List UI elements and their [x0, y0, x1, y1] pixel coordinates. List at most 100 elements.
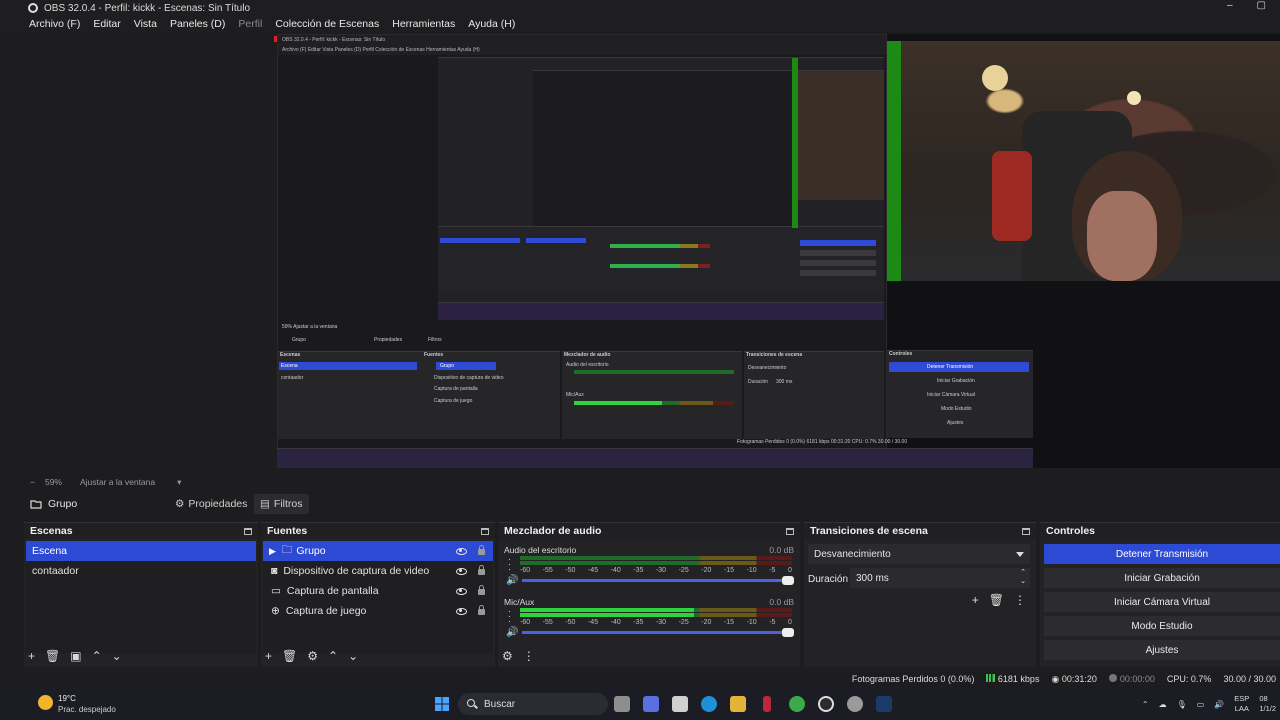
meter-scale: -60 -55 -50 -45 -40 -35 -30 -25 -20 -15 -10 -5 0: [520, 567, 792, 576]
settings-button[interactable]: Ajustes: [1044, 640, 1280, 660]
store-icon[interactable]: [672, 696, 688, 712]
language-indicator[interactable]: ESP LAA: [1234, 694, 1249, 714]
gear-icon[interactable]: ⚙: [307, 649, 318, 663]
windows-start-icon[interactable]: [434, 696, 450, 712]
clock[interactable]: 08 1/1/2: [1259, 694, 1276, 714]
eye-icon[interactable]: [456, 607, 467, 615]
eye-icon[interactable]: [456, 567, 467, 575]
menu-perfil[interactable]: Perfil: [238, 18, 262, 30]
expand-arrow-icon[interactable]: ▶: [269, 546, 276, 557]
move-up-icon[interactable]: ⌃: [92, 649, 102, 663]
lock-icon[interactable]: [478, 565, 485, 575]
move-down-icon[interactable]: ⌄: [348, 649, 358, 663]
fit-to-window-label[interactable]: Ajustar a la ventana: [80, 477, 155, 487]
copilot-icon[interactable]: [643, 696, 659, 712]
eye-icon[interactable]: [456, 587, 467, 595]
nested-ctrl-settings-label: Ajustes: [947, 420, 964, 426]
nested-mezclador-header: Mezclador de audio: [564, 352, 611, 358]
nested-src-2: Dispositivo de captura de video: [434, 375, 504, 381]
filters-button[interactable]: ▤ Filtros: [254, 494, 309, 514]
steam-icon[interactable]: [876, 696, 892, 712]
file-explorer-icon[interactable]: [730, 696, 746, 712]
move-down-icon[interactable]: ⌄: [112, 649, 122, 663]
undock-icon[interactable]: [786, 527, 794, 535]
trash-icon[interactable]: 🗑: [45, 649, 60, 663]
zoom-out-button[interactable]: −: [30, 477, 35, 487]
gamepad-icon: ⊕: [271, 605, 280, 617]
kebab-menu-icon[interactable]: ⋮: [1014, 593, 1026, 607]
add-icon[interactable]: +: [972, 593, 979, 607]
spinner-icon[interactable]: ⌃ ⌄: [1020, 568, 1026, 586]
taskbar-search[interactable]: Buscar: [458, 693, 608, 715]
app-red-icon[interactable]: [763, 696, 771, 712]
stop-streaming-button[interactable]: Detener Transmisión: [1044, 544, 1280, 564]
undock-icon[interactable]: [481, 527, 489, 535]
kebab-menu-icon[interactable]: · · ·: [508, 555, 511, 574]
lock-icon[interactable]: [478, 545, 485, 555]
menu-vista[interactable]: Vista: [134, 18, 157, 30]
speaker-icon[interactable]: 🔊: [506, 575, 518, 586]
nested-ctrl-studio-label: Modo Estudio: [941, 406, 972, 412]
channel-db: 0.0 dB: [769, 597, 794, 607]
add-icon[interactable]: +: [265, 649, 272, 663]
battery-icon[interactable]: ▭: [1197, 700, 1205, 709]
transition-select[interactable]: Desvanecimiento: [808, 544, 1030, 564]
filter-icon: ▤: [260, 498, 270, 510]
undock-icon[interactable]: [1022, 527, 1030, 535]
source-item[interactable]: ⊕ Captura de juego: [263, 601, 493, 621]
move-up-icon[interactable]: ⌃: [328, 649, 338, 663]
volume-meter: [520, 613, 792, 617]
menu-editar[interactable]: Editar: [93, 18, 120, 30]
maximize-button[interactable]: ▢: [1257, 0, 1266, 11]
scene-item[interactable]: Escena: [26, 541, 256, 561]
filter-scene-icon[interactable]: ▣: [70, 649, 81, 663]
kebab-menu-icon[interactable]: ⋮: [523, 649, 535, 663]
menu-coleccion-escenas[interactable]: Colección de Escenas: [275, 18, 379, 30]
trash-icon[interactable]: 🗑: [989, 593, 1004, 607]
add-icon[interactable]: +: [28, 649, 35, 663]
lock-icon[interactable]: [478, 605, 485, 615]
properties-button[interactable]: ⚙ Propiedades: [169, 494, 253, 514]
audio-mixer-dock: Mezclador de audio Audio del escritorio …: [498, 522, 800, 667]
lock-icon[interactable]: [478, 585, 485, 595]
start-recording-button[interactable]: Iniciar Grabación: [1044, 568, 1280, 588]
duration-input[interactable]: 300 ms ⌃ ⌄: [850, 568, 1030, 588]
menu-paneles[interactable]: Paneles (D): [170, 18, 225, 30]
gear-icon[interactable]: ⚙: [502, 649, 513, 663]
edge-icon[interactable]: [701, 696, 717, 712]
network-icon[interactable]: ☁: [1159, 700, 1167, 709]
selected-source-label: Grupo: [48, 498, 78, 510]
microphone-icon[interactable]: 🎙: [1177, 700, 1187, 709]
preview-canvas[interactable]: OBS 32.0.4 - Perfil: kickk - Escenas: Si…: [277, 34, 1280, 468]
eye-icon[interactable]: [456, 547, 467, 555]
task-view-icon[interactable]: [614, 696, 630, 712]
minimize-button[interactable]: –: [1227, 0, 1233, 11]
speaker-icon[interactable]: 🔊: [506, 627, 518, 638]
chrome-icon[interactable]: [789, 696, 805, 712]
nested-mix-1: Audio del escritorio: [566, 362, 609, 368]
source-item[interactable]: ▭ Captura de pantalla: [263, 581, 493, 601]
volume-slider[interactable]: [522, 576, 794, 585]
undock-icon[interactable]: [244, 527, 252, 535]
chevron-up-icon[interactable]: ⌃: [1142, 700, 1149, 709]
studio-mode-button[interactable]: Modo Estudio: [1044, 616, 1280, 636]
source-item[interactable]: ▶ 🗀 Grupo: [263, 541, 493, 561]
source-item[interactable]: ◙ Dispositivo de captura de video: [263, 561, 493, 581]
zoom-dropdown-icon[interactable]: ▾: [177, 477, 181, 488]
nested-escenas-header: Escenas: [280, 352, 301, 358]
obs-taskbar-icon[interactable]: [818, 696, 834, 712]
menu-herramientas[interactable]: Herramientas: [392, 18, 455, 30]
weather-widget[interactable]: 19°C Prac. despejado: [38, 692, 128, 716]
scene-item[interactable]: contaador: [26, 561, 256, 581]
volume-icon[interactable]: 🔊: [1214, 700, 1224, 709]
transitions-dock: Transiciones de escena Desvanecimiento D…: [804, 522, 1036, 667]
menu-ayuda[interactable]: Ayuda (H): [468, 18, 515, 30]
menu-archivo[interactable]: Archivo (F): [29, 18, 80, 30]
volume-slider[interactable]: [522, 628, 794, 637]
scenes-dock: Escenas Escena contaador + 🗑 ▣ ⌃ ⌄: [24, 522, 258, 667]
start-virtual-camera-button[interactable]: Iniciar Cámara Virtual: [1044, 592, 1280, 612]
trash-icon[interactable]: 🗑: [282, 649, 297, 663]
kebab-menu-icon[interactable]: · · ·: [508, 607, 511, 626]
preview-area[interactable]: OBS 32.0.4 - Perfil: kickk - Escenas: Si…: [24, 34, 1280, 472]
settings-icon[interactable]: [847, 696, 863, 712]
